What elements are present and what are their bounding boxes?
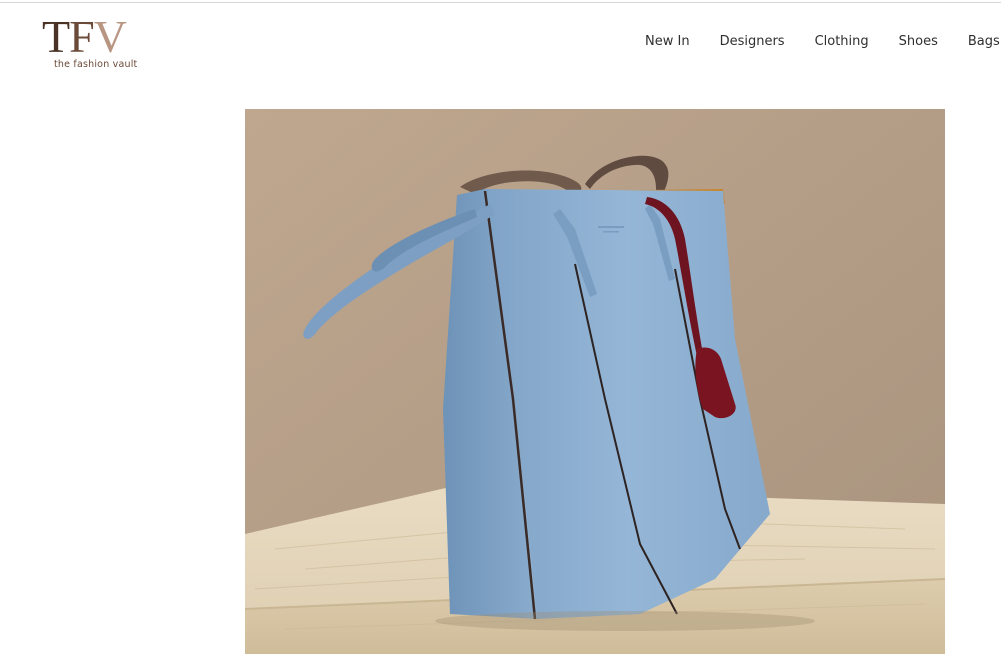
logo-letter-t: T (42, 11, 70, 62)
nav-item-shoes[interactable]: Shoes (899, 33, 938, 51)
tote-bag-illustration (245, 109, 945, 654)
nav-item-bags[interactable]: Bags (968, 33, 1000, 51)
header-top-rule (0, 2, 1001, 3)
logo-mark: TFV (42, 11, 127, 62)
bag-shadow (435, 611, 815, 631)
logo-tagline: the fashion vault (54, 59, 138, 70)
nav-item-new-in[interactable]: New In (645, 33, 690, 51)
main-nav: New In Designers Clothing Shoes Bags (645, 33, 1000, 51)
logo-letter-v: V (93, 11, 127, 62)
nav-item-clothing[interactable]: Clothing (815, 33, 869, 51)
brand-logo[interactable]: TFV the fashion vault (42, 14, 142, 72)
logo-letter-f: F (69, 11, 95, 62)
nav-item-designers[interactable]: Designers (720, 33, 785, 51)
hero-product-image[interactable] (245, 109, 945, 654)
